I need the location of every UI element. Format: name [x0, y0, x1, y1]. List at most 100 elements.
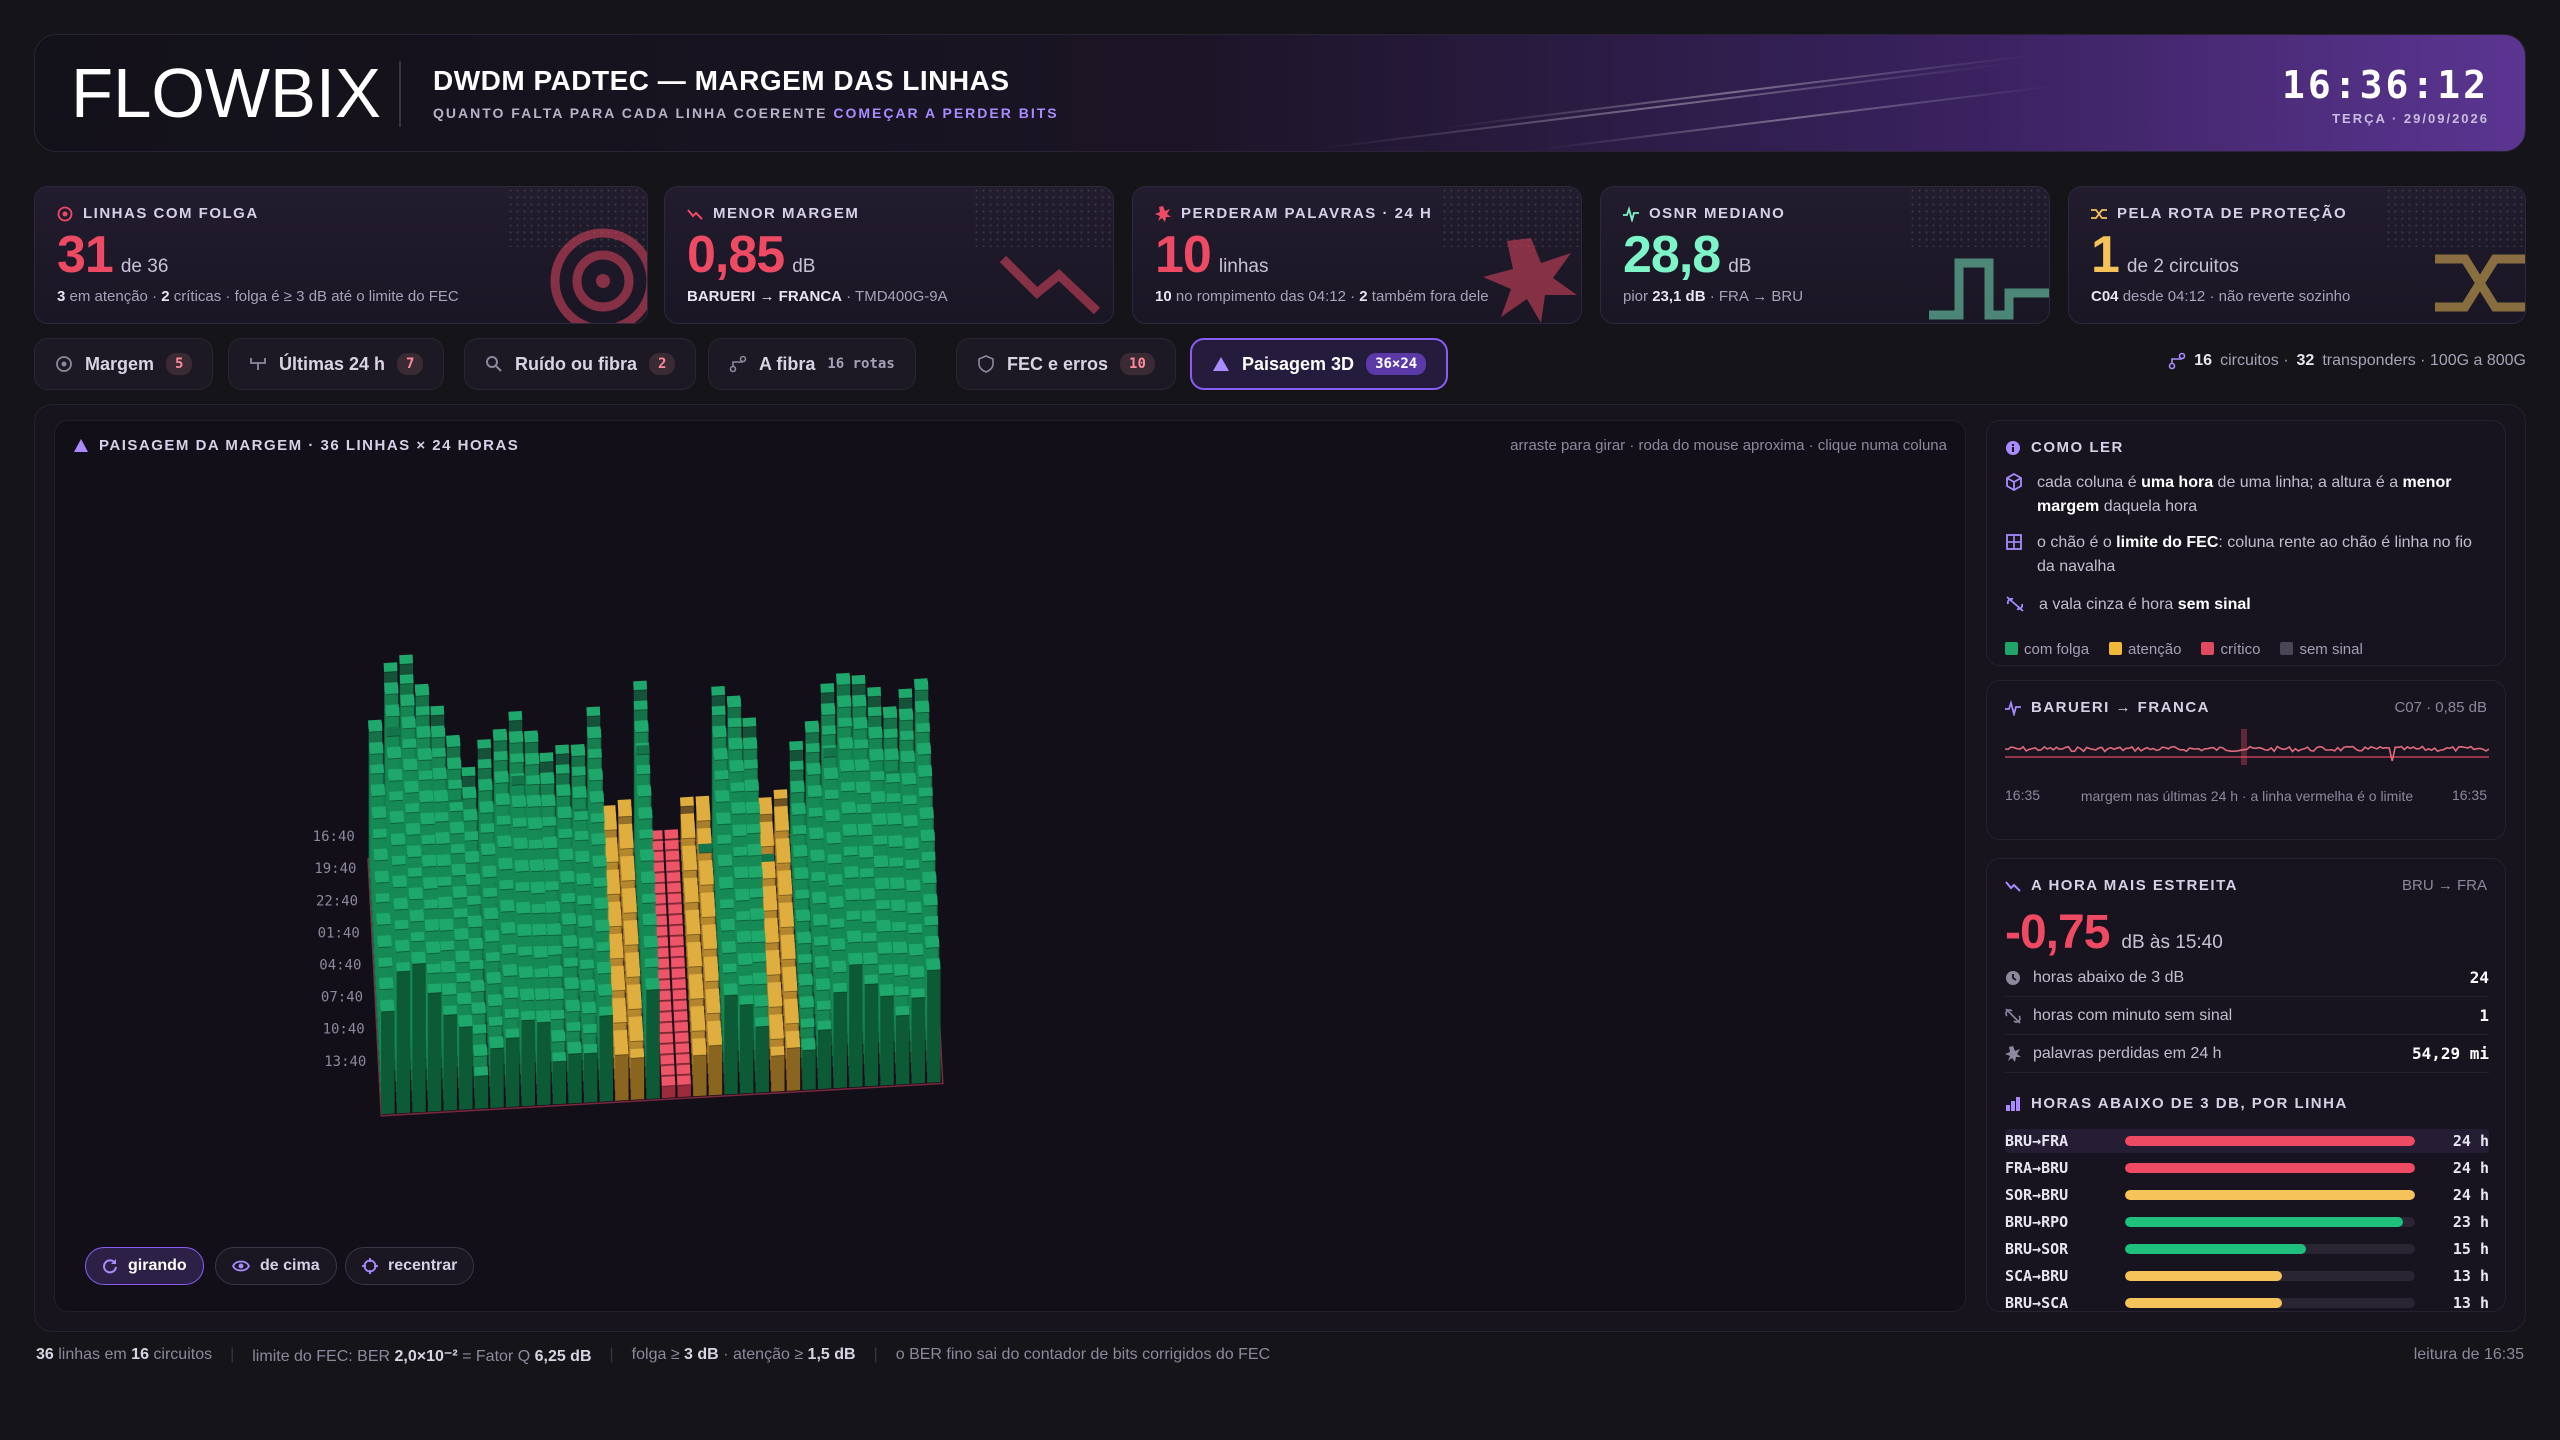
margin-column-top: [478, 781, 493, 792]
margin-column-top: [843, 846, 858, 857]
footer-read-time: leitura de 16:35: [2413, 1346, 2524, 1363]
tab-label: Paisagem 3D: [1242, 353, 1355, 374]
landscape-3d-canvas[interactable]: 16:40 19:40 22:40 01:40 04:40 07:40 10:40 13:40: [55, 421, 1966, 1312]
margin-column-top: [508, 711, 523, 722]
kpi-card-lines-ok[interactable]: LINHAS COM FOLGA 31 de 36 3 em atenção · …: [34, 186, 648, 324]
line-hours-bar[interactable]: SCA→BRU 13 h: [2005, 1264, 2489, 1288]
margin-column-top: [749, 868, 763, 879]
margin-column-top: [829, 898, 844, 909]
kpi-card-min-margin[interactable]: MENOR MARGEM 0,85 dB BARUERI → FRANCA · T…: [664, 186, 1114, 324]
margin-column-top: [375, 873, 390, 884]
margin-column-top: [744, 759, 758, 770]
margin-column-top: [512, 817, 527, 828]
margin-column-top: [842, 804, 856, 815]
margin-column-top: [739, 995, 754, 1006]
landscape-3d-panel[interactable]: PAISAGEM DA MARGEM · 36 LINHAS × 24 HORA…: [54, 420, 1966, 1312]
margin-column-top: [454, 930, 469, 941]
margin-column-top: [531, 903, 546, 914]
burst-icon: [2005, 1045, 2021, 1062]
margin-column-top: [811, 871, 826, 882]
pulse-icon: [1929, 258, 2049, 320]
margin-column-top: [703, 939, 718, 950]
tab-label: Últimas 24 h: [279, 353, 386, 374]
tab-badge: 7: [397, 353, 424, 375]
line-hours-bar[interactable]: BRU→RPO 23 h: [2005, 1210, 2489, 1234]
margin-column-top: [621, 871, 636, 882]
rotate-button[interactable]: girando: [85, 1247, 204, 1285]
kpi-card-protection-route[interactable]: PELA ROTA DE PROTEÇÃO 1 de 2 circuitos C0…: [2068, 186, 2526, 324]
margin-column-top: [660, 1054, 675, 1065]
margin-column-top: [635, 744, 650, 755]
margin-column-top: [816, 980, 831, 991]
margin-column-top: [557, 808, 572, 819]
margin-column-top: [401, 718, 416, 729]
margin-column-top: [407, 847, 422, 858]
line-hours-bar[interactable]: SOR→BRU 24 h: [2005, 1183, 2489, 1207]
margin-column-face: [849, 964, 863, 1088]
top-view-button[interactable]: de cima: [215, 1247, 337, 1285]
tab-margem[interactable]: Margem 5: [34, 338, 214, 390]
margin-column-top: [734, 868, 749, 879]
tab-ruido-fibra[interactable]: Ruído ou fibra 2: [464, 338, 697, 390]
kpi-card-osnr[interactable]: OSNR MEDIANO 28,8 dB pior 23,1 dB · FRA →…: [1600, 186, 2050, 324]
kpi-card-lost-words[interactable]: PERDERAM PALAVRAS · 24 H 10 linhas 10 no …: [1132, 186, 1582, 324]
margin-column-top: [661, 1076, 676, 1087]
margin-column-top: [576, 875, 591, 886]
margin-column-top: [905, 859, 920, 870]
sparkline-panel[interactable]: BARUERI → FRANCA C07 · 0,85 dB 16:35 mar…: [1986, 680, 2506, 840]
margin-column-top: [894, 986, 909, 997]
margin-column-top: [560, 873, 575, 884]
margin-column-top: [833, 982, 847, 993]
line-hours-bar[interactable]: FRA→BRU 24 h: [2005, 1156, 2489, 1180]
margin-column-top: [404, 783, 419, 794]
margin-column-top: [395, 942, 410, 953]
margin-column-top: [496, 815, 511, 826]
tab-paisagem-3d[interactable]: Paisagem 3D 36×24: [1190, 338, 1449, 390]
line-hours-bar[interactable]: BRU→SCA 13 h: [2005, 1291, 2489, 1315]
margin-column-top: [868, 728, 883, 739]
margin-column-top: [727, 717, 742, 728]
clock: 16:36:12: [2281, 63, 2489, 107]
margin-column-top: [864, 974, 879, 985]
tab-ultimas-24h[interactable]: Últimas 24 h 7: [228, 338, 445, 390]
margin-column-top: [542, 816, 557, 827]
margin-column-top: [520, 990, 535, 1001]
margin-column-top: [566, 1021, 581, 1032]
margin-column-top: [481, 845, 496, 856]
recenter-button[interactable]: recentrar: [345, 1247, 475, 1285]
shield-icon: [978, 355, 994, 373]
margin-column-top: [388, 771, 403, 782]
margin-column-top: [370, 764, 385, 775]
margin-column-top: [465, 853, 480, 864]
margin-column-top: [669, 936, 684, 947]
margin-column-top: [372, 828, 387, 839]
link-broken-icon: [2005, 1007, 2021, 1024]
page-title: DWDM PADTEC — MARGEM DAS LINHAS: [433, 65, 1010, 96]
narrowest-hour-panel: A HORA MAIS ESTREITA BRU → FRA -0,75 dB à…: [1986, 858, 2506, 1312]
shuffle-icon: [2091, 208, 2107, 219]
margin-column-top: [633, 700, 648, 711]
footer-thresholds: folga ≥ 3 dB · atenção ≥ 1,5 dB: [631, 1346, 856, 1363]
margin-column-top: [468, 917, 483, 928]
line-label: BRU→SOR: [2005, 1240, 2069, 1258]
stat-no-signal: horas com minuto sem sinal 1: [2005, 997, 2489, 1035]
margin-column-top: [708, 1035, 723, 1046]
margin-column-top: [719, 879, 734, 890]
tab-a-fibra[interactable]: A fibra 16 rotas: [708, 338, 916, 390]
margin-column-top: [531, 883, 546, 894]
margin-column-top: [838, 717, 853, 728]
margin-column-top: [440, 940, 455, 951]
margin-column-top: [851, 674, 866, 685]
line-label: SCA→BRU: [2005, 1267, 2069, 1285]
margin-column-face: [724, 994, 738, 1095]
margin-column-top: [564, 957, 578, 968]
margin-column-top: [723, 985, 738, 996]
margin-column-top: [546, 903, 561, 914]
margin-column-top: [629, 1031, 644, 1042]
line-hours-bar[interactable]: BRU→SOR 15 h: [2005, 1237, 2489, 1261]
margin-column-top: [735, 891, 750, 902]
tab-fec-erros[interactable]: FEC e erros 10: [956, 338, 1176, 390]
margin-column-top: [400, 696, 415, 707]
margin-column-top: [455, 952, 470, 963]
line-hours-bar[interactable]: BRU→FRA 24 h: [2005, 1129, 2489, 1153]
